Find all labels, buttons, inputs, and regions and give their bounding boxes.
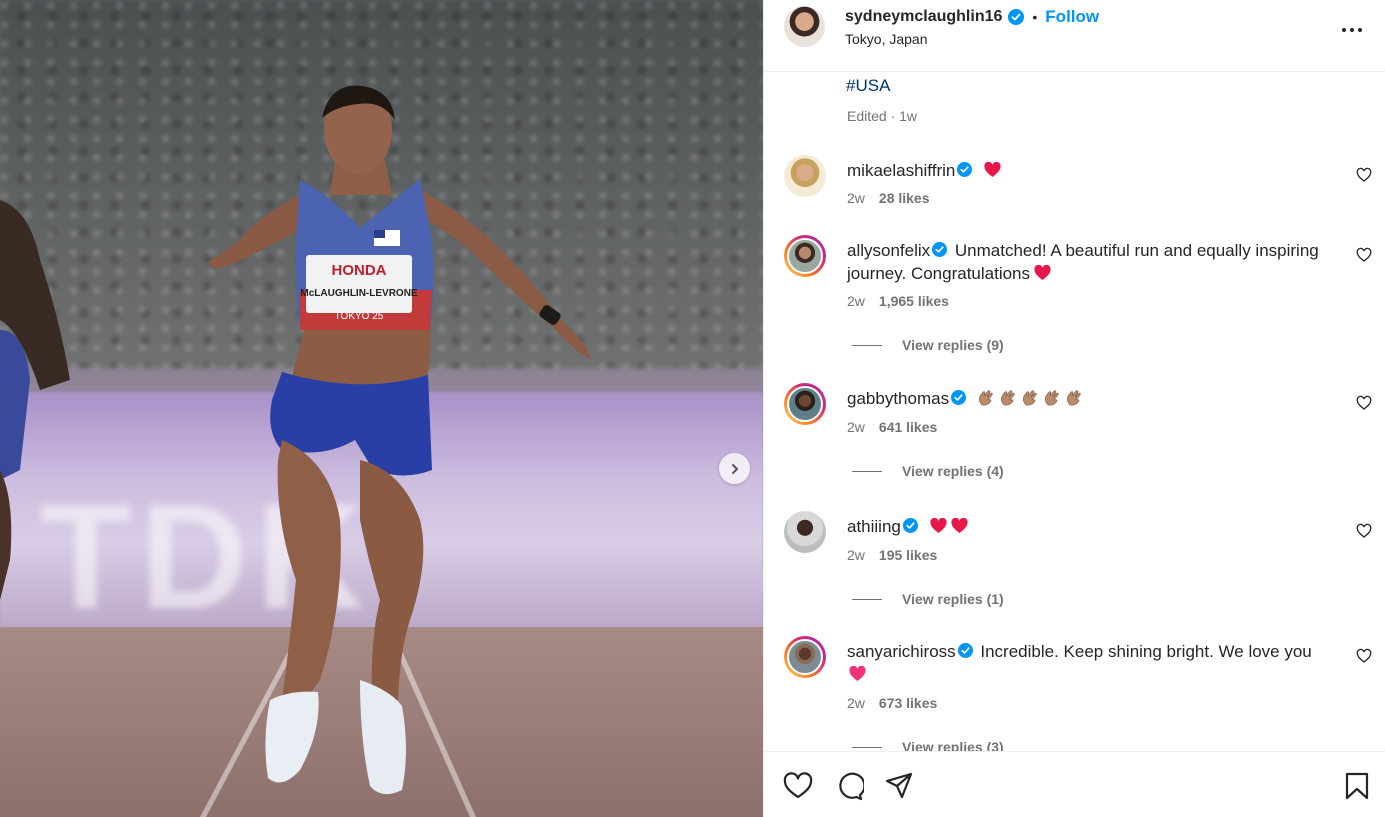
- comment-age[interactable]: 2w: [847, 190, 865, 206]
- comment-icon[interactable]: [834, 771, 864, 801]
- commenter-avatar[interactable]: [784, 511, 826, 553]
- follow-button[interactable]: Follow: [1045, 7, 1099, 27]
- commenter-username[interactable]: athiiing: [847, 517, 901, 536]
- verified-badge-icon: [957, 643, 973, 658]
- heart-icon[interactable]: [1356, 395, 1372, 411]
- caption-meta: Edited · 1w: [847, 108, 918, 124]
- heart-icon[interactable]: [1356, 648, 1372, 664]
- bib-sponsor: HONDA: [332, 262, 387, 279]
- comment-text: mikaelashiffrin: [847, 159, 1343, 182]
- chevron-right-icon: [731, 463, 738, 474]
- replies-divider: [852, 598, 882, 600]
- bib-name: McLAUGHLIN-LEVRONE: [300, 288, 418, 299]
- author-row: sydneymclaughlin16 • Follow: [845, 7, 1099, 27]
- comment-text: athiiing: [847, 515, 1343, 538]
- post-detail-panel: sydneymclaughlin16 • Follow Tokyo, Japan…: [763, 0, 1385, 817]
- verified-badge-icon: [957, 162, 973, 177]
- view-replies-label[interactable]: View replies (9): [902, 337, 1004, 353]
- comment-text: sanyarichiross Incredible. Keep shining …: [847, 640, 1343, 686]
- view-replies-label[interactable]: View replies (4): [902, 463, 1004, 479]
- heart-icon[interactable]: [1356, 247, 1372, 263]
- comment-meta: 2w 1,965 likes: [847, 293, 949, 309]
- verified-badge-icon: [932, 242, 948, 257]
- commenter-username[interactable]: gabbythomas: [847, 389, 949, 408]
- comment-text: allysonfelix Unmatched! A beautiful run …: [847, 239, 1343, 285]
- caption-hashtag[interactable]: #USA: [846, 76, 890, 96]
- carousel-next-button[interactable]: [719, 453, 750, 484]
- author-username[interactable]: sydneymclaughlin16: [845, 8, 1002, 26]
- commenter-username[interactable]: mikaelashiffrin: [847, 161, 955, 180]
- separator-dot: •: [1032, 9, 1038, 25]
- clap-emoji: [1022, 390, 1037, 406]
- comment-body: Incredible. Keep shining bright. We love…: [975, 642, 1312, 661]
- post-media[interactable]: TDK HONDA McLAUGHLIN-LEVRONE TOKYO 25: [0, 0, 763, 817]
- heart-icon[interactable]: [1356, 167, 1372, 183]
- view-replies-label[interactable]: View replies (1): [902, 591, 1004, 607]
- view-replies-button[interactable]: View replies (4): [852, 463, 1004, 479]
- pink-heart-emoji: [849, 666, 866, 681]
- heart-icon[interactable]: [783, 771, 813, 801]
- red-heart-emoji: [984, 162, 1001, 177]
- comment-meta: 2w 195 likes: [847, 547, 937, 563]
- clap-emoji: [1000, 390, 1015, 406]
- red-heart-emoji: [1034, 265, 1051, 280]
- view-replies-button[interactable]: View replies (3): [852, 739, 1004, 751]
- verified-badge-icon: [902, 518, 918, 533]
- verified-badge-icon: [1008, 9, 1025, 25]
- comment-age[interactable]: 2w: [847, 419, 865, 435]
- verified-badge-icon: [951, 390, 967, 405]
- replies-divider: [852, 344, 882, 346]
- heart-icon[interactable]: [1356, 523, 1372, 539]
- comment-age[interactable]: 2w: [847, 293, 865, 309]
- commenter-username[interactable]: sanyarichiross: [847, 642, 956, 661]
- clap-emoji: [978, 390, 993, 406]
- commenter-avatar[interactable]: [784, 235, 826, 277]
- clap-emoji: [1044, 390, 1059, 406]
- comment-likes[interactable]: 673 likes: [879, 695, 937, 711]
- commenter-avatar[interactable]: [784, 383, 826, 425]
- view-replies-button[interactable]: View replies (9): [852, 337, 1004, 353]
- comment-age[interactable]: 2w: [847, 547, 865, 563]
- post-location[interactable]: Tokyo, Japan: [845, 31, 928, 47]
- athlete-photo: HONDA McLAUGHLIN-LEVRONE TOKYO 25: [0, 85, 592, 795]
- post-header: sydneymclaughlin16 • Follow Tokyo, Japan: [764, 0, 1385, 72]
- clap-emoji: [1066, 390, 1081, 406]
- replies-divider: [852, 470, 882, 472]
- more-horizontal-icon[interactable]: [1340, 18, 1364, 42]
- replies-divider: [852, 746, 882, 748]
- comment-likes[interactable]: 1,965 likes: [879, 293, 949, 309]
- bib-event: TOKYO 25: [335, 311, 384, 322]
- comment-meta: 2w 641 likes: [847, 419, 937, 435]
- comment-likes[interactable]: 195 likes: [879, 547, 937, 563]
- share-icon[interactable]: [884, 771, 914, 801]
- commenter-username[interactable]: allysonfelix: [847, 241, 930, 260]
- post-action-bar: [764, 751, 1385, 817]
- comments-scroll-area[interactable]: #USA Edited · 1w mikaelashiffrin 2w 28 l…: [764, 72, 1385, 751]
- comment-age[interactable]: 2w: [847, 695, 865, 711]
- comment-likes[interactable]: 28 likes: [879, 190, 930, 206]
- comment-likes[interactable]: 641 likes: [879, 419, 937, 435]
- view-replies-button[interactable]: View replies (1): [852, 591, 1004, 607]
- comment-meta: 2w 673 likes: [847, 695, 937, 711]
- bookmark-icon[interactable]: [1342, 771, 1372, 801]
- red-heart-emoji: [930, 518, 947, 533]
- red-heart-emoji: [951, 518, 968, 533]
- commenter-avatar[interactable]: [784, 636, 826, 678]
- author-avatar[interactable]: [784, 6, 825, 47]
- commenter-avatar[interactable]: [784, 155, 826, 197]
- comment-text: gabbythomas: [847, 387, 1343, 410]
- view-replies-label[interactable]: View replies (3): [902, 739, 1004, 751]
- comment-meta: 2w 28 likes: [847, 190, 930, 206]
